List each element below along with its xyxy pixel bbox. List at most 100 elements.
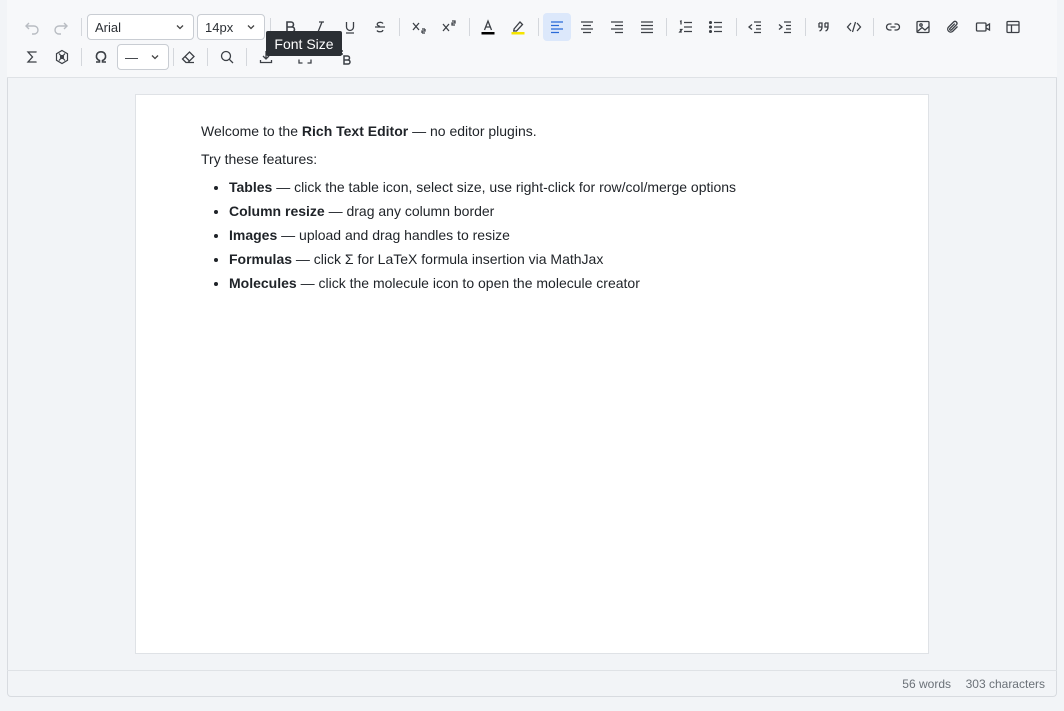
character-count: 303 characters: [965, 677, 1045, 691]
status-bar: 56 words 303 characters: [7, 670, 1057, 696]
feature-desc: — upload and drag handles to resize: [277, 227, 510, 243]
attachment-button[interactable]: [939, 13, 967, 41]
blockquote-button[interactable]: [810, 13, 838, 41]
word-count: 56 words: [902, 677, 951, 691]
chevron-down-icon: [151, 55, 159, 60]
separator: [538, 18, 539, 36]
separator: [469, 18, 470, 36]
video-button[interactable]: [969, 13, 997, 41]
separator: [246, 48, 247, 66]
font-size-select[interactable]: 14px: [197, 14, 265, 40]
align-left-icon: [551, 21, 563, 34]
link-icon: [885, 23, 901, 31]
list-item: Molecules — click the molecule icon to o…: [229, 273, 863, 293]
chevron-down-icon: [176, 25, 184, 30]
feature-list: Tables — click the table icon, select si…: [229, 177, 863, 293]
table-icon: [1006, 20, 1020, 34]
intro-bold-text: Rich Text Editor: [301, 123, 409, 139]
list-item: Formulas — click Σ for LaTeX formula ins…: [229, 249, 863, 269]
ordered-list-icon: [678, 19, 692, 33]
eraser-icon: [181, 51, 195, 64]
undo-icon: [25, 22, 39, 35]
align-right-icon: [611, 21, 623, 34]
align-center-button[interactable]: [573, 13, 601, 41]
highlight-color-button[interactable]: [504, 13, 532, 41]
formula-button[interactable]: [18, 43, 46, 71]
indent-icon: [778, 21, 791, 34]
outdent-button[interactable]: [741, 13, 769, 41]
code-icon: [846, 21, 862, 33]
align-right-button[interactable]: [603, 13, 631, 41]
special-character-button[interactable]: [87, 43, 115, 71]
redo-icon: [54, 22, 68, 35]
table-button[interactable]: [999, 13, 1027, 41]
subscript-icon: [412, 22, 426, 34]
editor-content[interactable]: Welcome to the Rich Text Editor — no edi…: [135, 94, 929, 654]
list-item: Tables — click the table icon, select si…: [229, 177, 863, 197]
redo-button[interactable]: [47, 13, 75, 41]
separator: [666, 18, 667, 36]
video-icon: [975, 22, 991, 32]
superscript-button[interactable]: [435, 13, 463, 41]
clear-formatting-button[interactable]: [174, 43, 202, 71]
feature-title: Column resize: [229, 203, 325, 219]
link-button[interactable]: [879, 13, 907, 41]
ordered-list-button[interactable]: [672, 13, 700, 41]
strikethrough-button[interactable]: [366, 13, 394, 41]
paperclip-icon: [947, 20, 958, 33]
line-style-select[interactable]: —: [117, 44, 169, 70]
list-item: Images — upload and drag handles to resi…: [229, 225, 863, 245]
intro-suffix-text: — no editor plugins.: [408, 123, 537, 139]
align-justify-icon: [641, 21, 653, 34]
molecule-button[interactable]: [48, 43, 76, 71]
text-color-icon: [481, 19, 495, 35]
underline-icon: [345, 22, 355, 34]
quote-icon: [818, 22, 829, 32]
feature-title: Tables: [229, 179, 273, 195]
outdent-icon: [747, 21, 761, 34]
undo-button[interactable]: [18, 13, 46, 41]
feature-title: Formulas: [229, 251, 293, 267]
feature-title: Images: [229, 227, 278, 243]
find-button[interactable]: [213, 43, 241, 71]
separator: [81, 48, 82, 66]
chevron-down-icon: [247, 25, 255, 30]
strikethrough-icon: [375, 21, 385, 33]
bullet-list-button[interactable]: [702, 13, 730, 41]
font-size-value: 14px: [205, 19, 234, 35]
superscript-icon: [442, 20, 456, 32]
feature-desc: — click the molecule icon to open the mo…: [296, 275, 640, 291]
search-icon: [220, 50, 234, 64]
separator: [81, 18, 82, 36]
list-item: Column resize — drag any column border: [229, 201, 863, 221]
subscript-button[interactable]: [405, 13, 433, 41]
font-family-value: Arial: [95, 19, 122, 35]
separator: [805, 18, 806, 36]
omega-icon: [95, 50, 107, 63]
image-button[interactable]: [909, 13, 937, 41]
toolbar: Arial 14px —: [7, 0, 1057, 78]
feature-title: Molecules: [229, 275, 297, 291]
separator: [207, 48, 208, 66]
separator: [399, 18, 400, 36]
feature-desc: — drag any column border: [324, 203, 495, 219]
sigma-icon: [26, 51, 37, 63]
font-family-select[interactable]: Arial: [87, 14, 194, 40]
align-left-button[interactable]: [543, 13, 571, 41]
separator: [736, 18, 737, 36]
intro-text: Welcome to the: [201, 123, 302, 139]
code-button[interactable]: [840, 13, 868, 41]
image-icon: [916, 20, 930, 34]
intro-paragraph: Welcome to the Rich Text Editor — no edi…: [201, 121, 863, 141]
text-color-button[interactable]: [474, 13, 502, 41]
line-style-value: —: [125, 49, 138, 65]
feature-desc: — click the table icon, select size, use…: [272, 179, 737, 195]
bullet-list-icon: [708, 20, 722, 34]
molecule-icon: [55, 49, 69, 65]
feature-desc: — click Σ for LaTeX formula insertion vi…: [292, 251, 604, 267]
try-features-paragraph: Try these features:: [201, 151, 318, 167]
align-justify-button[interactable]: [633, 13, 661, 41]
indent-button[interactable]: [771, 13, 799, 41]
align-center-icon: [581, 21, 593, 34]
separator: [873, 18, 874, 36]
